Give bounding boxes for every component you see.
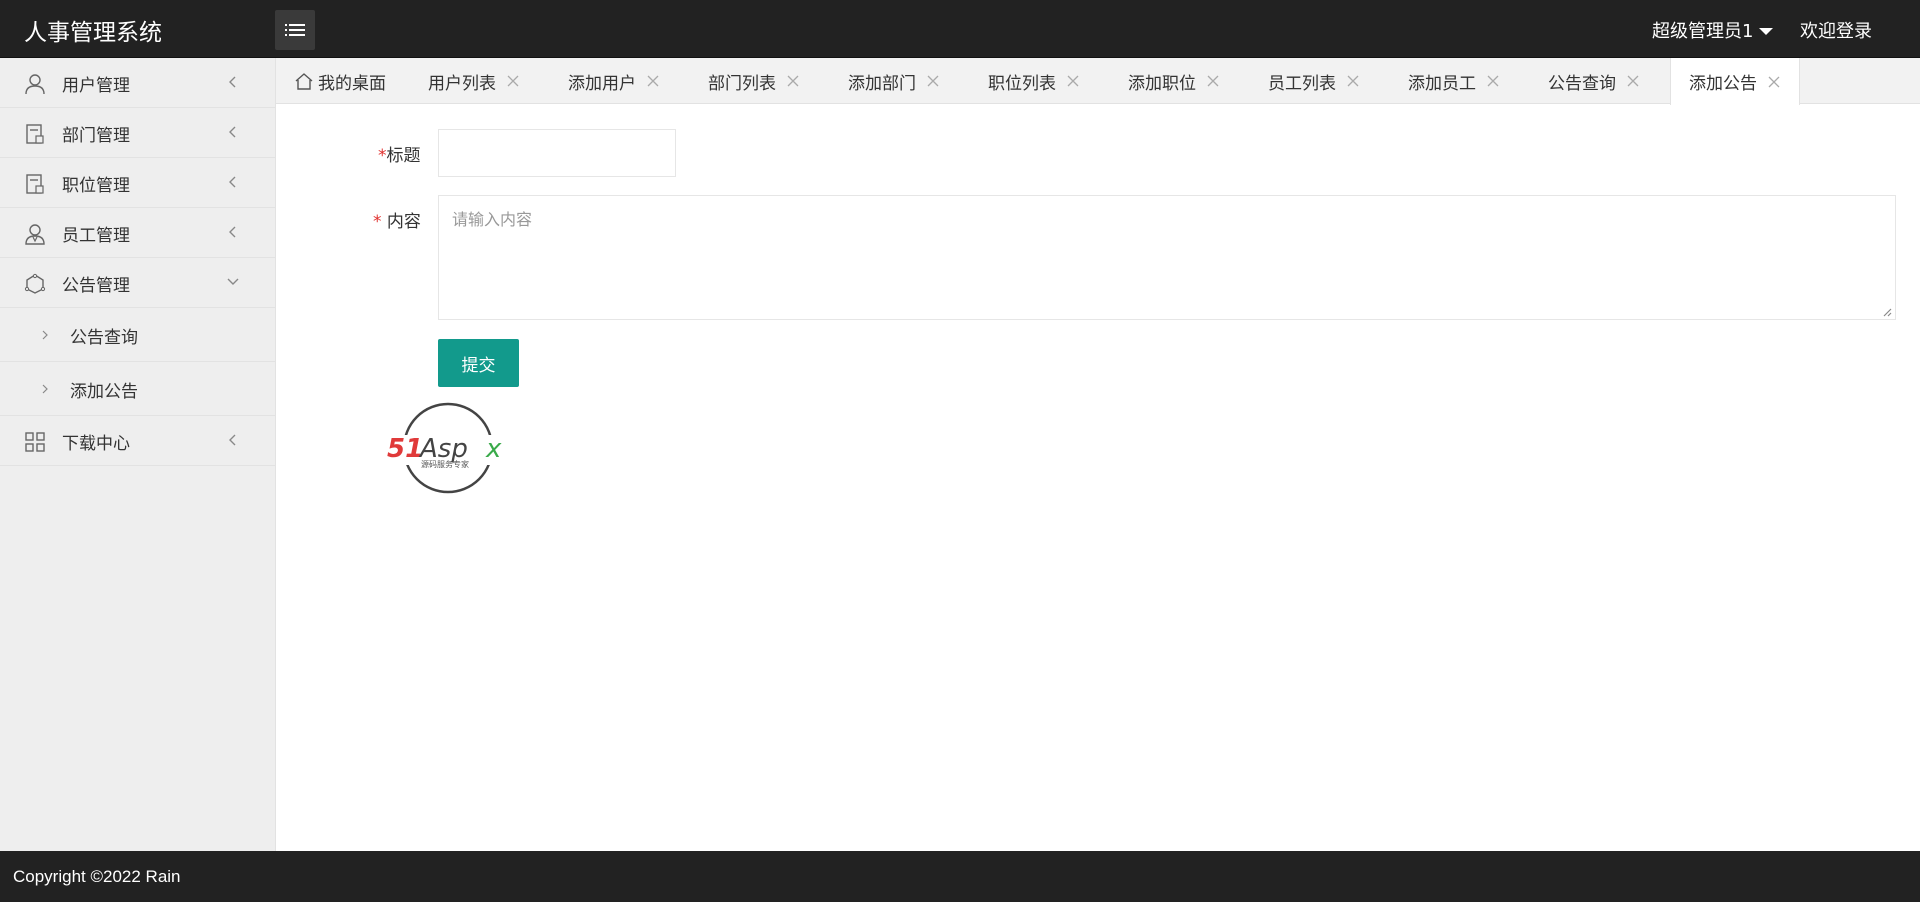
51aspx-logo: 51 Asp x 源码服务专家 [385,402,513,494]
sidebar-item-label: 公告管理 [62,276,130,296]
sidebar-item-users[interactable]: 用户管理 [0,58,275,108]
app-title: 人事管理系统 [24,20,162,46]
tab-user-list[interactable]: 用户列表 [428,58,520,104]
grid-icon [25,432,45,452]
copyright-text: Copyright ©2022 Rain [13,867,181,886]
list-menu-icon [285,24,305,36]
sidebar: 用户管理 部门管理 职位管理 员工管理 公告管理 公告查询 添加公告 下载中心 [0,58,276,851]
chevron-right-icon [42,384,48,394]
chevron-left-icon [229,434,236,446]
svg-text:x: x [485,434,502,464]
chevron-left-icon [229,76,236,88]
tab-department-list[interactable]: 部门列表 [708,58,800,104]
tab-label: 添加部门 [848,73,916,94]
footer: Copyright ©2022 Rain [0,851,1920,902]
position-icon [26,174,44,194]
content-label-text: 内容 [386,212,421,232]
menu-toggle-button[interactable] [275,10,315,50]
close-icon[interactable] [1626,74,1640,88]
close-icon[interactable] [1486,74,1500,88]
close-icon[interactable] [1767,75,1781,89]
title-label: *标题 [378,141,421,166]
tab-add-department[interactable]: 添加部门 [848,58,940,104]
title-input[interactable] [438,129,676,177]
user-dropdown[interactable]: 超级管理员1 [1652,17,1774,43]
tab-label: 员工列表 [1268,73,1336,94]
sidebar-subitem-add-notice[interactable]: 添加公告 [0,362,275,416]
user-icon [25,74,45,95]
close-icon[interactable] [1346,74,1360,88]
chevron-left-icon [229,226,236,238]
sidebar-item-label: 下载中心 [62,434,130,454]
content-label: * 内容 [373,207,421,232]
tab-add-notice[interactable]: 添加公告 [1670,58,1800,105]
sidebar-item-notices[interactable]: 公告管理 [0,258,275,308]
tab-position-list[interactable]: 职位列表 [988,58,1080,104]
sidebar-item-label: 用户管理 [62,76,130,96]
close-icon[interactable] [506,74,520,88]
chevron-down-icon [227,278,239,285]
sidebar-subitem-notice-query[interactable]: 公告查询 [0,308,275,362]
chevron-right-icon [42,330,48,340]
resize-grip-icon[interactable] [1880,305,1892,317]
title-label-text: 标题 [386,146,421,166]
sidebar-subitem-label: 添加公告 [70,382,138,402]
close-icon[interactable] [1206,74,1220,88]
svg-text:51: 51 [387,434,423,464]
sidebar-item-label: 职位管理 [62,176,130,196]
user-name: 超级管理员1 [1652,21,1754,42]
sidebar-item-label: 部门管理 [62,126,130,146]
close-icon[interactable] [646,74,660,88]
required-mark: * [378,146,387,166]
tab-add-user[interactable]: 添加用户 [568,58,660,104]
tab-label: 我的桌面 [318,73,386,94]
chevron-left-icon [229,126,236,138]
close-icon[interactable] [1066,74,1080,88]
sidebar-item-employees[interactable]: 员工管理 [0,208,275,258]
chevron-left-icon [229,176,236,188]
tab-add-position[interactable]: 添加职位 [1128,58,1220,104]
home-icon [295,73,313,90]
tab-label: 公告查询 [1548,73,1616,94]
tab-employee-list[interactable]: 员工列表 [1268,58,1360,104]
tab-my-desktop[interactable]: 我的桌面 [294,58,386,104]
svg-text:源码服务专家: 源码服务专家 [421,459,469,469]
sidebar-item-downloads[interactable]: 下载中心 [0,416,275,466]
tab-notice-query[interactable]: 公告查询 [1548,58,1640,104]
department-icon [26,124,44,144]
caret-down-icon [1759,27,1774,35]
employee-icon [25,224,45,245]
top-header: 人事管理系统 超级管理员1 欢迎登录 [0,0,1920,58]
notice-icon [24,273,46,294]
tab-label: 用户列表 [428,73,496,94]
submit-button[interactable]: 提交 [438,339,519,387]
welcome-link[interactable]: 欢迎登录 [1800,17,1872,43]
sidebar-item-positions[interactable]: 职位管理 [0,158,275,208]
tab-label: 添加职位 [1128,73,1196,94]
sidebar-item-label: 员工管理 [62,226,130,246]
tab-label: 职位列表 [988,73,1056,94]
tab-bar: 我的桌面 用户列表 添加用户 部门列表 添加部门 职位列表 添加职位 员工列表 … [276,58,1920,105]
tab-label: 添加员工 [1408,73,1476,94]
required-mark: * [373,212,382,232]
close-icon[interactable] [926,74,940,88]
tab-label: 部门列表 [708,73,776,94]
tab-label: 添加公告 [1689,74,1757,94]
close-icon[interactable] [786,74,800,88]
tab-label: 添加用户 [568,73,636,94]
tab-add-employee[interactable]: 添加员工 [1408,58,1500,104]
content-textarea[interactable] [438,195,1896,320]
sidebar-subitem-label: 公告查询 [70,328,138,348]
sidebar-item-departments[interactable]: 部门管理 [0,108,275,158]
